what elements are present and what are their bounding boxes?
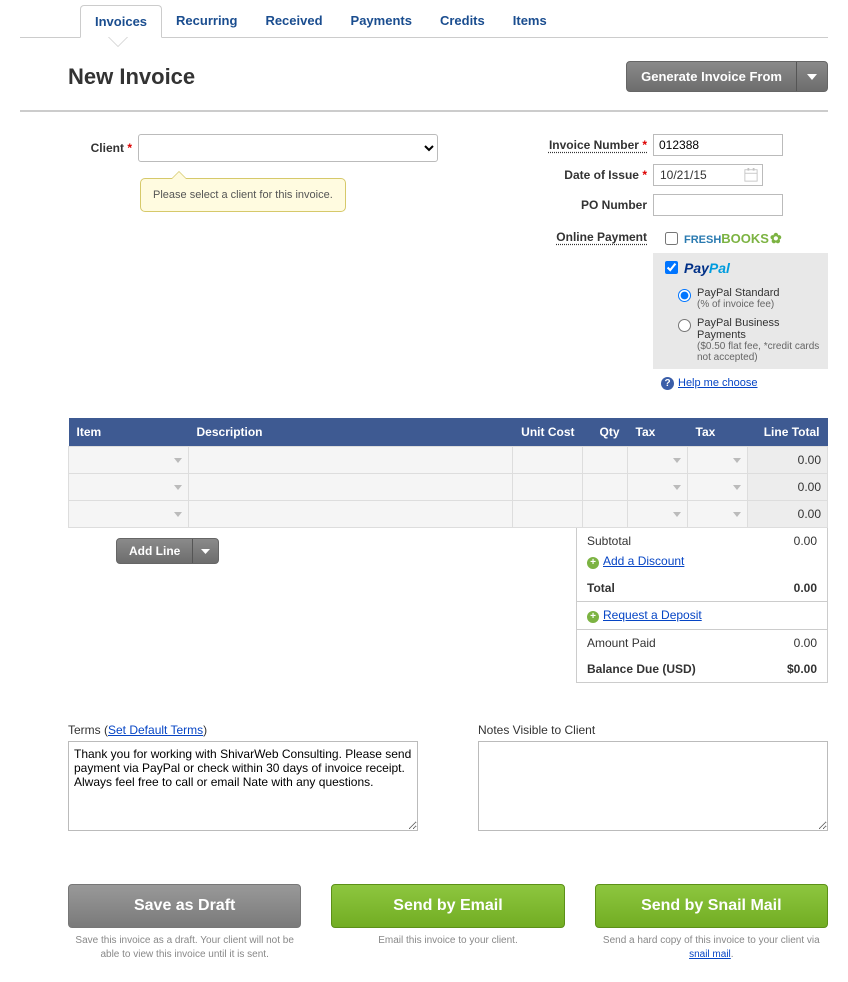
linetotal-cell: 0.00 xyxy=(748,501,828,528)
invoice-number-input[interactable] xyxy=(653,134,783,156)
notes-label: Notes Visible to Client xyxy=(478,723,828,737)
chevron-down-icon[interactable] xyxy=(796,62,827,91)
item-cell[interactable] xyxy=(69,474,189,501)
item-cell[interactable] xyxy=(69,501,189,528)
page-title: New Invoice xyxy=(68,64,195,90)
send-email-desc: Email this invoice to your client. xyxy=(331,934,564,948)
paypal-business-radio[interactable] xyxy=(678,319,691,332)
tax2-cell[interactable] xyxy=(688,501,748,528)
line-items-table: Item Description Unit Cost Qty Tax Tax L… xyxy=(68,418,828,528)
send-snail-desc: Send a hard copy of this invoice to your… xyxy=(595,934,828,962)
line-row: 0.00 xyxy=(69,447,828,474)
payment-paypal[interactable]: PayPal xyxy=(653,253,828,282)
col-description: Description xyxy=(189,418,513,447)
total-value: 0.00 xyxy=(794,581,817,595)
tax1-cell[interactable] xyxy=(628,447,688,474)
freshbooks-checkbox[interactable] xyxy=(665,232,678,245)
balance-due-value: $0.00 xyxy=(787,662,817,676)
col-unitcost: Unit Cost xyxy=(513,418,583,447)
client-tooltip: Please select a client for this invoice. xyxy=(140,178,346,212)
generate-invoice-label: Generate Invoice From xyxy=(627,62,796,91)
online-payment-label: Online Payment xyxy=(523,224,653,244)
save-draft-button[interactable]: Save as Draft xyxy=(68,884,301,928)
tab-invoices[interactable]: Invoices xyxy=(80,5,162,38)
linetotal-cell: 0.00 xyxy=(748,447,828,474)
date-of-issue-label: Date of Issue * xyxy=(523,168,653,182)
tax2-cell[interactable] xyxy=(688,447,748,474)
tax1-cell[interactable] xyxy=(628,474,688,501)
paypal-standard-radio[interactable] xyxy=(678,289,691,302)
send-snail-button[interactable]: Send by Snail Mail xyxy=(595,884,828,928)
tab-credits[interactable]: Credits xyxy=(426,5,499,37)
terms-label: Terms (Set Default Terms) xyxy=(68,723,418,737)
tab-payments[interactable]: Payments xyxy=(337,5,426,37)
amount-paid-label: Amount Paid xyxy=(587,636,656,650)
help-me-choose-link[interactable]: Help me choose xyxy=(678,377,758,389)
nav-tabs: Invoices Recurring Received Payments Cre… xyxy=(20,5,828,38)
send-email-button[interactable]: Send by Email xyxy=(331,884,564,928)
add-line-button[interactable]: Add Line xyxy=(116,538,219,564)
qty-cell[interactable] xyxy=(583,474,628,501)
unitcost-cell[interactable] xyxy=(513,474,583,501)
add-discount-link[interactable]: Add a Discount xyxy=(603,554,684,568)
col-linetotal: Line Total xyxy=(748,418,828,447)
question-icon: ? xyxy=(661,377,674,390)
qty-cell[interactable] xyxy=(583,447,628,474)
paypal-logo: PayPal xyxy=(684,260,730,276)
notes-textarea[interactable] xyxy=(478,741,828,831)
line-row: 0.00 xyxy=(69,474,828,501)
invoice-number-label: Invoice Number * xyxy=(523,138,653,152)
client-select[interactable] xyxy=(138,134,438,162)
po-number-label: PO Number xyxy=(523,198,653,212)
tab-pointer xyxy=(108,37,128,47)
help-me-choose: ? Help me choose xyxy=(653,369,828,398)
chevron-down-icon[interactable] xyxy=(192,539,218,563)
paypal-checkbox[interactable] xyxy=(665,261,678,274)
payment-freshbooks[interactable]: FRESHBOOKS✿ xyxy=(653,224,828,253)
col-item: Item xyxy=(69,418,189,447)
calendar-icon xyxy=(744,168,758,182)
request-deposit-link[interactable]: Request a Deposit xyxy=(603,608,702,622)
tab-items[interactable]: Items xyxy=(499,5,561,37)
col-tax2: Tax xyxy=(688,418,748,447)
set-default-terms-link[interactable]: Set Default Terms xyxy=(108,723,203,737)
tax2-cell[interactable] xyxy=(688,474,748,501)
unitcost-cell[interactable] xyxy=(513,501,583,528)
subtotal-value: 0.00 xyxy=(794,534,817,548)
tab-recurring[interactable]: Recurring xyxy=(162,5,251,37)
col-tax1: Tax xyxy=(628,418,688,447)
desc-cell[interactable] xyxy=(189,447,513,474)
linetotal-cell: 0.00 xyxy=(748,474,828,501)
tab-received[interactable]: Received xyxy=(251,5,336,37)
terms-textarea[interactable] xyxy=(68,741,418,831)
plus-icon: + xyxy=(587,611,599,623)
generate-invoice-button[interactable]: Generate Invoice From xyxy=(626,61,828,92)
save-draft-desc: Save this invoice as a draft. Your clien… xyxy=(68,934,301,962)
po-number-input[interactable] xyxy=(653,194,783,216)
paypal-business-option[interactable]: PayPal Business Payments ($0.50 flat fee… xyxy=(665,312,828,365)
tax1-cell[interactable] xyxy=(628,501,688,528)
amount-paid-value: 0.00 xyxy=(794,636,817,650)
col-qty: Qty xyxy=(583,418,628,447)
line-row: 0.00 xyxy=(69,501,828,528)
freshbooks-logo: FRESHBOOKS✿ xyxy=(684,230,782,247)
desc-cell[interactable] xyxy=(189,474,513,501)
paypal-standard-option[interactable]: PayPal Standard (% of invoice fee) xyxy=(665,282,828,312)
item-cell[interactable] xyxy=(69,447,189,474)
subtotal-label: Subtotal xyxy=(587,534,631,548)
total-label: Total xyxy=(587,581,615,595)
date-of-issue-input[interactable]: 10/21/15 xyxy=(653,164,763,186)
totals-box: Subtotal 0.00 + Add a Discount Total 0.00… xyxy=(576,528,828,683)
client-label: Client * xyxy=(68,141,138,155)
qty-cell[interactable] xyxy=(583,501,628,528)
unitcost-cell[interactable] xyxy=(513,447,583,474)
plus-icon: + xyxy=(587,557,599,569)
balance-due-label: Balance Due (USD) xyxy=(587,662,696,676)
desc-cell[interactable] xyxy=(189,501,513,528)
